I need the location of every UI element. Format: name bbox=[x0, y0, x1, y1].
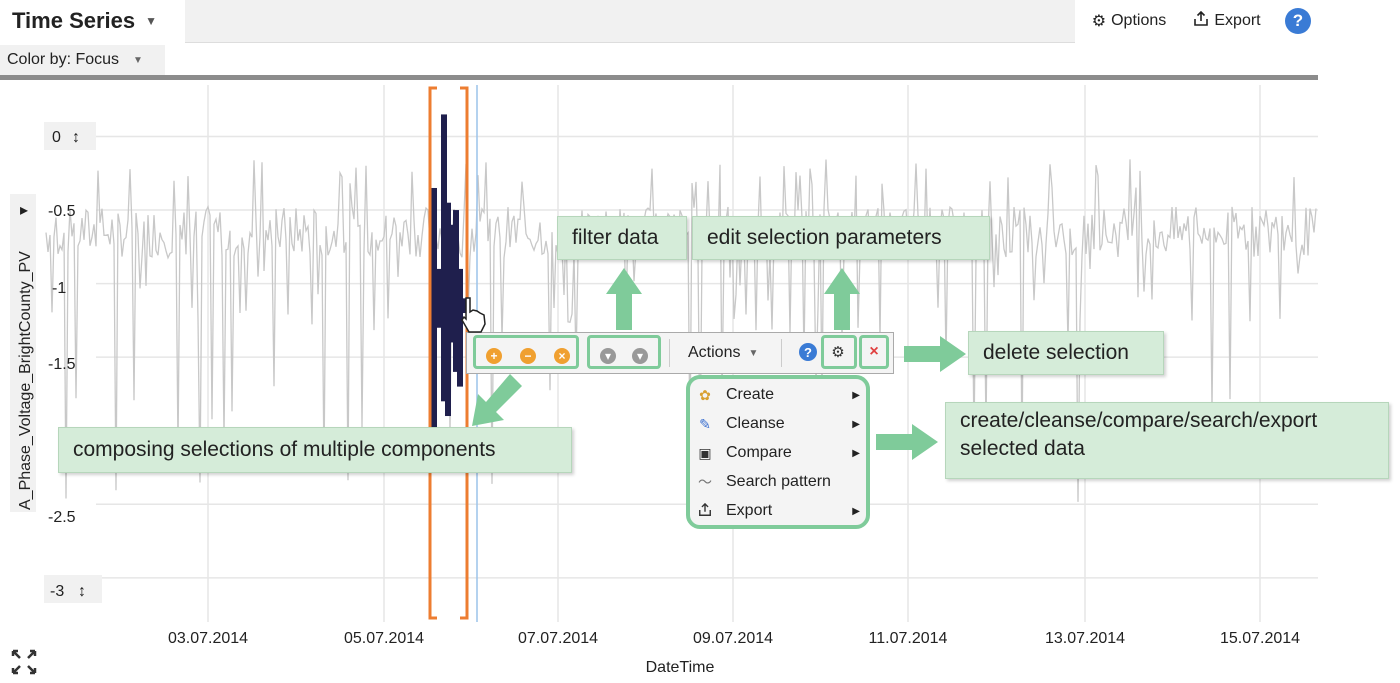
actions-label: Actions bbox=[688, 344, 741, 361]
filter-out-icon[interactable]: ▾ bbox=[632, 348, 648, 364]
caret-right-icon: ▶ bbox=[852, 389, 860, 401]
arrow-up-filter bbox=[606, 268, 642, 330]
edit-selection-button[interactable]: ⚙ bbox=[821, 335, 857, 369]
menu-item-compare[interactable]: ▣ Compare ▶ bbox=[696, 439, 864, 467]
menu-item-search-pattern[interactable]: 〜 Search pattern bbox=[696, 468, 864, 496]
gear-icon: ⚙ bbox=[831, 344, 845, 361]
add-selection-icon[interactable]: + bbox=[486, 348, 502, 364]
subtract-selection-icon[interactable]: − bbox=[520, 348, 536, 364]
toolbar-divider bbox=[781, 339, 782, 367]
search-pattern-icon: 〜 bbox=[698, 474, 712, 490]
actions-dropdown[interactable]: Actions ▼ bbox=[688, 333, 758, 373]
menu-item-label: Export bbox=[726, 502, 773, 519]
delete-selection-button[interactable]: × bbox=[859, 335, 889, 369]
menu-item-create[interactable]: ✿ Create ▶ bbox=[696, 381, 864, 409]
help-icon[interactable]: ? bbox=[799, 343, 817, 361]
compose-selection-group: + − × bbox=[473, 335, 579, 369]
export-icon bbox=[696, 502, 714, 520]
menu-item-cleanse[interactable]: ✎ Cleanse ▶ bbox=[696, 410, 864, 438]
arrow-down-left-compose bbox=[472, 374, 522, 426]
create-icon: ✿ bbox=[699, 386, 711, 403]
arrow-right-menu bbox=[876, 424, 938, 460]
intersect-selection-icon[interactable]: × bbox=[554, 348, 570, 364]
close-icon: × bbox=[869, 343, 879, 360]
menu-item-label: Search pattern bbox=[726, 473, 831, 490]
selection-toolbar: + − × ▾ ▾ Actions ▼ ? ⚙ × bbox=[466, 332, 894, 374]
caret-right-icon: ▶ bbox=[852, 505, 860, 517]
menu-item-export[interactable]: Export ▶ bbox=[696, 497, 864, 525]
compare-icon: ▣ bbox=[698, 444, 712, 461]
caret-right-icon: ▶ bbox=[852, 447, 860, 459]
toolbar-divider bbox=[669, 339, 670, 367]
menu-item-label: Create bbox=[726, 386, 775, 403]
cleanse-icon: ✎ bbox=[699, 415, 711, 432]
arrow-up-edit bbox=[824, 268, 860, 330]
menu-item-label: Cleanse bbox=[726, 415, 785, 432]
filter-data-group: ▾ ▾ bbox=[587, 335, 661, 369]
chevron-down-icon: ▼ bbox=[748, 347, 759, 359]
arrow-right-delete bbox=[904, 336, 966, 372]
filter-in-icon[interactable]: ▾ bbox=[600, 348, 616, 364]
menu-item-label: Compare bbox=[726, 444, 792, 461]
caret-right-icon: ▶ bbox=[852, 418, 860, 430]
actions-menu: ✿ Create ▶ ✎ Cleanse ▶ ▣ Compare ▶ 〜 Sea… bbox=[686, 375, 870, 529]
hand-cursor-icon bbox=[461, 297, 486, 333]
